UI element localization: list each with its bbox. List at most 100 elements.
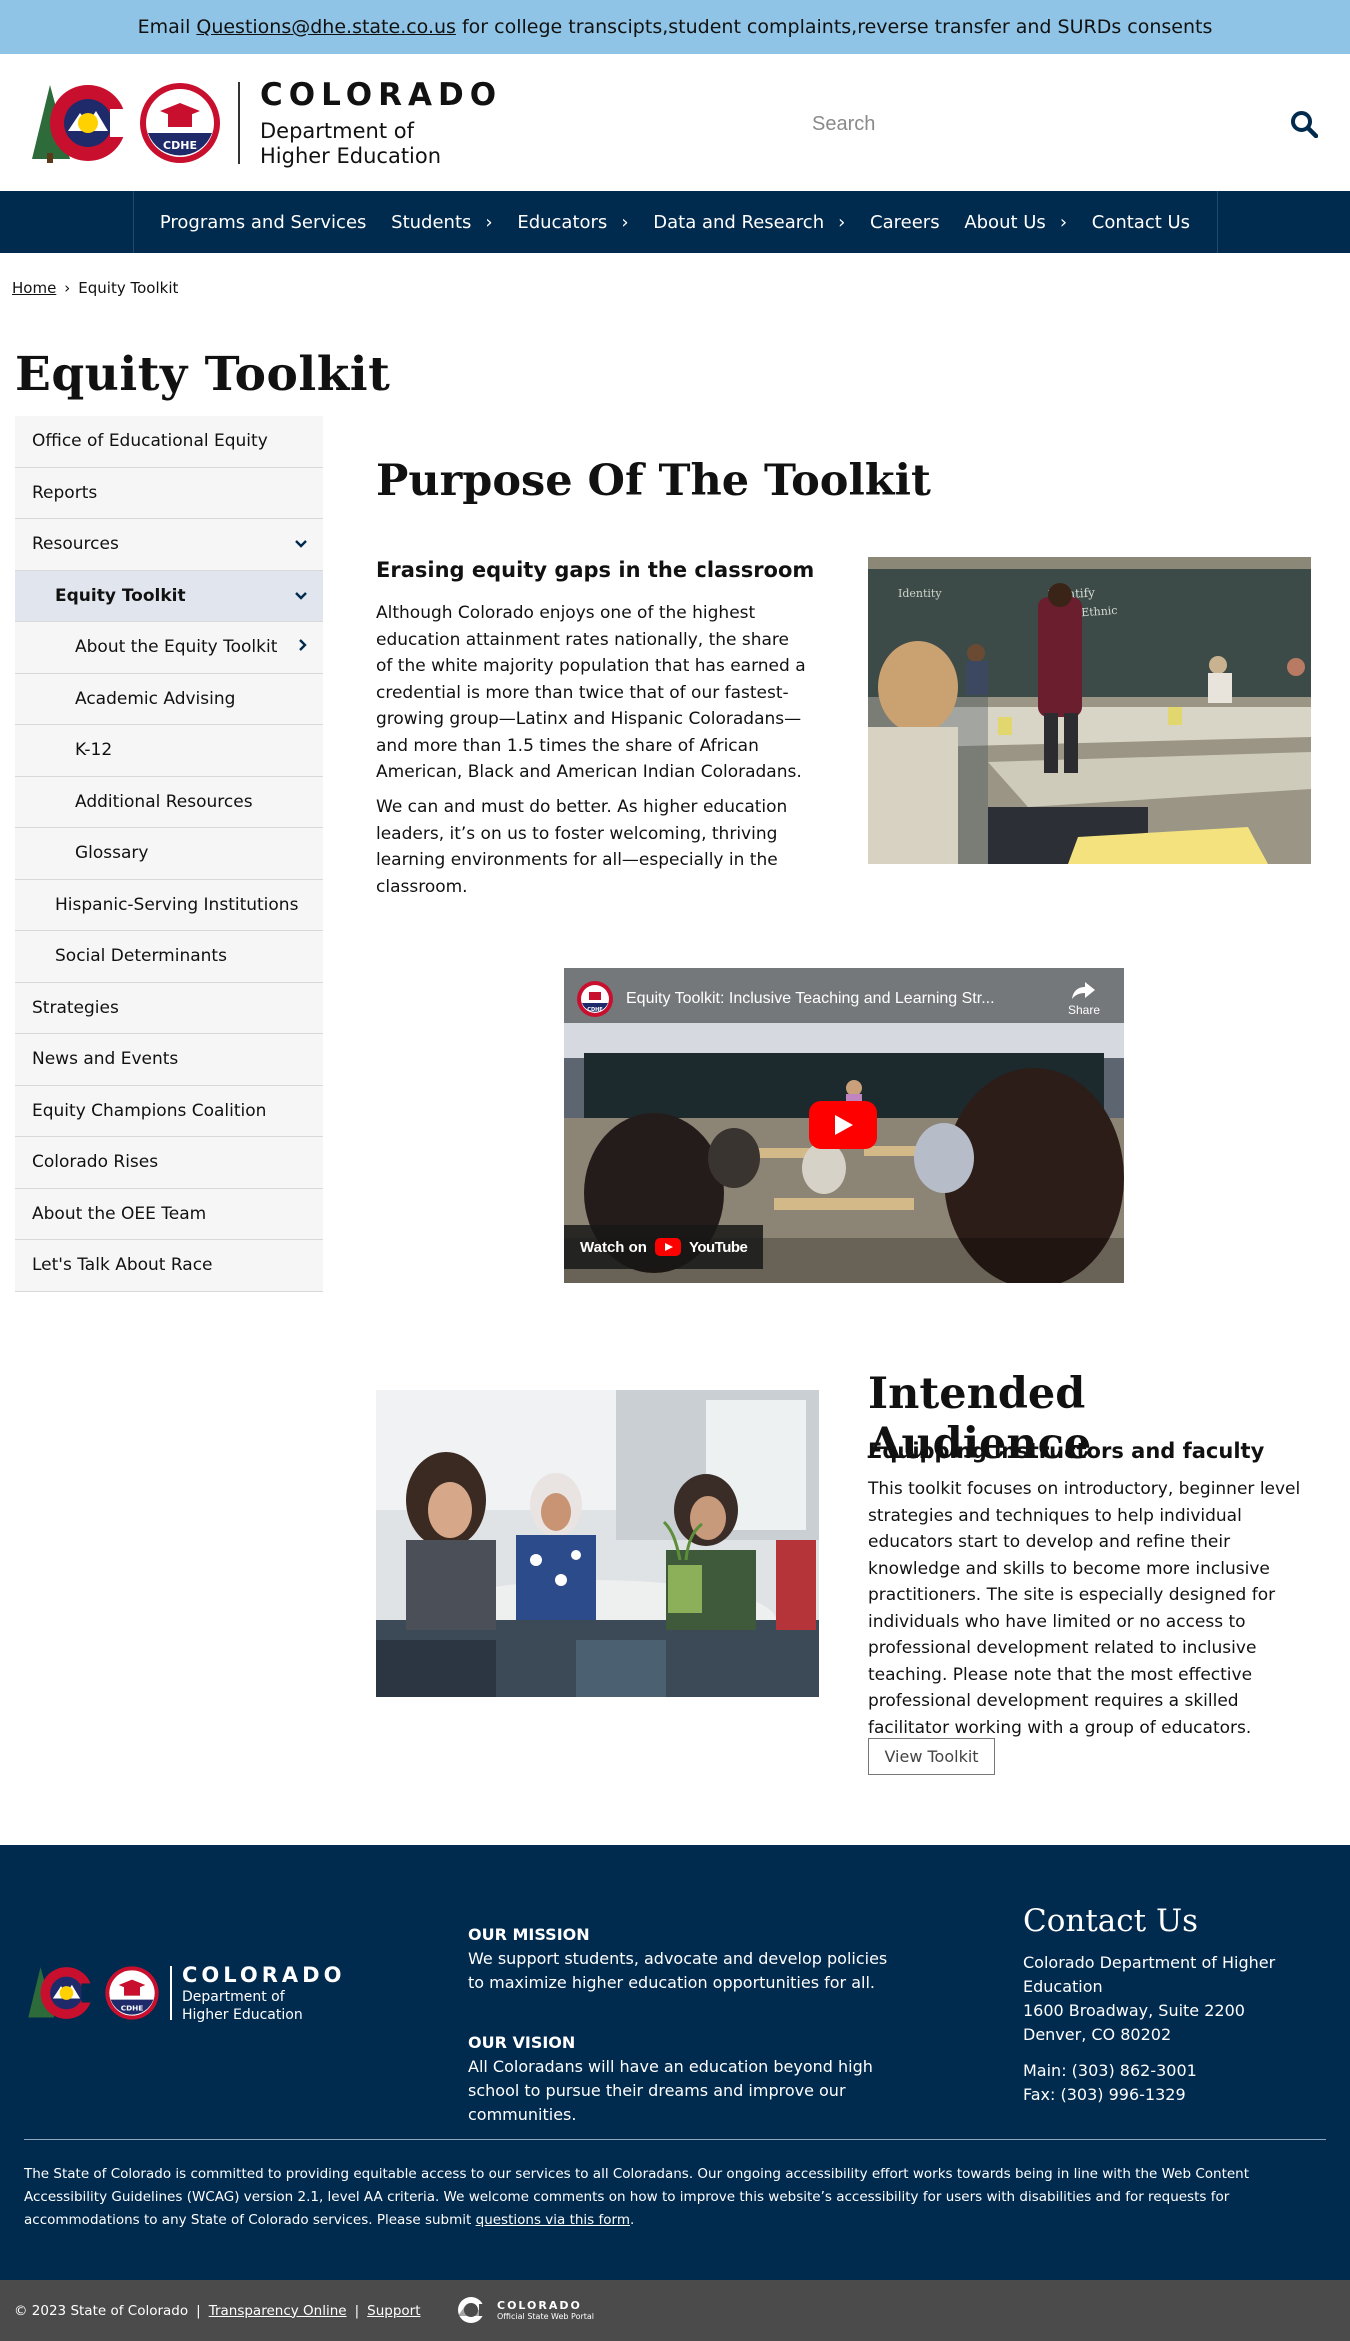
video-player[interactable]: CDHE Equity Toolkit: Inclusive Teaching … [564, 968, 1124, 1283]
sidebar-item-office-of-educational-equity[interactable]: Office of Educational Equity [15, 416, 323, 468]
purpose-paragraph-1: Although Colorado enjoys one of the high… [376, 603, 806, 782]
share-button[interactable]: Share [1068, 980, 1100, 1017]
nav-item-careers[interactable]: Careers [870, 212, 940, 233]
support-link[interactable]: Support [367, 2303, 420, 2319]
sidebar-item-lets-talk-about-race[interactable]: Let's Talk About Race [15, 1240, 323, 1292]
vision-title: OUR VISION [468, 2033, 576, 2052]
video-title[interactable]: Equity Toolkit: Inclusive Teaching and L… [626, 990, 1066, 1008]
transparency-online-link[interactable]: Transparency Online [209, 2303, 347, 2319]
group-photo-image [376, 1390, 819, 1697]
watch-on-label: Watch on [580, 1238, 647, 1256]
sidebar-item-label: Resources [32, 534, 119, 555]
nav-item-students[interactable]: Students › [391, 212, 492, 233]
subfooter-separator: | [196, 2302, 201, 2319]
nav-item-programs-and-services[interactable]: Programs and Services [160, 212, 367, 233]
nav-item-label: Students [391, 211, 472, 233]
sidebar-item-academic-advising[interactable]: Academic Advising [15, 673, 323, 725]
chevron-down-icon[interactable] [295, 536, 307, 552]
main-nav-inner: Programs and Services Students › Educato… [132, 191, 1218, 253]
state-portal-logo[interactable]: COLORADO Official State Web Portal [455, 2296, 594, 2324]
footer-vision: OUR VISION All Coloradans will have an e… [468, 2031, 898, 2127]
classroom-photo: Identify Racial/Ethnic Identity [868, 557, 1311, 864]
sidebar-item-label: News and Events [32, 1049, 179, 1070]
main-nav: Programs and Services Students › Educato… [0, 191, 1350, 253]
sidebar-item-glossary[interactable]: Glossary [15, 828, 323, 880]
footer-colorado-c-logo-icon [28, 1967, 97, 2019]
nav-item-contact-us[interactable]: Contact Us [1092, 212, 1190, 233]
sidebar-item-label: Colorado Rises [32, 1152, 159, 1173]
nav-item-label: Educators [517, 211, 608, 233]
alert-email-link[interactable]: Questions@dhe.state.co.us [196, 16, 456, 38]
cdhe-badge-icon: CDHE [140, 82, 220, 163]
site-logo[interactable]: CDHE COLORADO Department of Higher Educa… [28, 77, 502, 169]
sidebar-item-label: About the Equity Toolkit [75, 637, 278, 658]
channel-logo-icon: CDHE [577, 981, 613, 1017]
site-footer: CDHE COLORADO Department of Higher Educa… [0, 1845, 1350, 2280]
logo-badge-text: CDHE [163, 139, 197, 152]
accessibility-end: . [629, 2212, 635, 2228]
accessibility-form-link[interactable]: questions via this form [476, 2212, 630, 2228]
footer-cdhe-badge-icon: CDHE [105, 1966, 159, 2020]
sidebar-item-label: Social Determinants [55, 946, 227, 967]
youtube-logo-icon [654, 1238, 681, 1256]
search-input[interactable] [812, 112, 1252, 136]
footer-logo-divider [170, 1966, 172, 2020]
search-bar [812, 98, 1322, 150]
play-icon [835, 1115, 853, 1135]
accessibility-text: The State of Colorado is committed to pr… [24, 2166, 1250, 2228]
contact-address-1: Colorado Department of Higher Education [1023, 1953, 1276, 1996]
share-icon [1071, 982, 1095, 999]
sidebar-item-news-and-events[interactable]: News and Events [15, 1034, 323, 1086]
logo-text: COLORADO Department of Higher Education [260, 77, 502, 169]
nav-item-label: Careers [870, 211, 940, 233]
sidebar-item-social-determinants[interactable]: Social Determinants [15, 931, 323, 983]
search-button[interactable] [1286, 106, 1322, 142]
nav-item-educators[interactable]: Educators › [517, 212, 628, 233]
sidebar-item-equity-champions-coalition[interactable]: Equity Champions Coalition [15, 1085, 323, 1137]
contact-fax: Fax: (303) 996-1329 [1023, 2085, 1186, 2104]
alert-prefix: Email [137, 16, 191, 38]
breadcrumb: Home › Equity Toolkit [0, 253, 1350, 297]
nav-item-about-us[interactable]: About Us › [964, 212, 1067, 233]
portal-subtitle: Official State Web Portal [497, 2312, 595, 2321]
sidebar-item-equity-toolkit[interactable]: Equity Toolkit [15, 570, 323, 622]
chevron-right-icon[interactable] [299, 639, 307, 655]
sidebar-item-about-the-oee-team[interactable]: About the OEE Team [15, 1188, 323, 1240]
colorado-c-logo-icon [32, 84, 132, 163]
footer-logo-dept-line1: Department of [182, 1989, 285, 2005]
portal-title: COLORADO [497, 2299, 582, 2312]
breadcrumb-home-link[interactable]: Home [12, 279, 56, 297]
footer-logo-wordmark: COLORADO [182, 1963, 346, 1987]
footer-mission: OUR MISSION We support students, advocat… [468, 1923, 898, 1995]
sidebar-item-resources[interactable]: Resources [15, 519, 323, 571]
footer-logo[interactable]: CDHE COLORADO Department of Higher Educa… [24, 1963, 345, 2023]
sidebar-item-strategies[interactable]: Strategies [15, 982, 323, 1034]
sidebar-item-hispanic-serving-institutions[interactable]: Hispanic-Serving Institutions [15, 879, 323, 931]
sidebar-item-additional-resources[interactable]: Additional Resources [15, 776, 323, 828]
watch-on-youtube-button[interactable]: Watch on YouTube [564, 1225, 764, 1269]
classroom-photo-image: Identify Racial/Ethnic Identity [868, 557, 1311, 864]
footer-contact: Contact Us Colorado Department of Higher… [1023, 1906, 1333, 2107]
view-toolkit-button[interactable]: View Toolkit [868, 1738, 995, 1775]
logo-dept-line2: Higher Education [260, 143, 442, 168]
sidebar-item-label: Equity Champions Coalition [32, 1100, 267, 1121]
chevron-down-icon[interactable] [295, 588, 307, 604]
breadcrumb-separator: › [64, 279, 71, 297]
colorado-portal-c-icon [458, 2297, 491, 2323]
copyright: © 2023 State of Colorado [14, 2302, 189, 2319]
sidebar-item-label: Let's Talk About Race [32, 1255, 213, 1276]
sidebar-item-about-the-equity-toolkit[interactable]: About the Equity Toolkit [15, 622, 323, 674]
contact-main-phone[interactable]: Main: (303) 862-3001 [1023, 2059, 1333, 2083]
nav-item-data-and-research[interactable]: Data and Research › [653, 212, 845, 233]
play-button[interactable] [809, 1101, 877, 1149]
sidebar-item-reports[interactable]: Reports [15, 467, 323, 519]
breadcrumb-current: Equity Toolkit [78, 279, 179, 297]
sidebar-item-colorado-rises[interactable]: Colorado Rises [15, 1137, 323, 1189]
sidebar-item-k-12[interactable]: K-12 [15, 725, 323, 777]
logo-divider [238, 81, 240, 164]
alert-banner: Email Questions@dhe.state.co.us for coll… [0, 0, 1350, 54]
logo-wordmark: COLORADO [260, 76, 503, 113]
logo-marks: CDHE [28, 79, 222, 167]
audience-subheading: Equipping instructors and faculty [868, 1439, 1265, 1463]
mission-text: We support students, advocate and develo… [468, 1949, 888, 1992]
